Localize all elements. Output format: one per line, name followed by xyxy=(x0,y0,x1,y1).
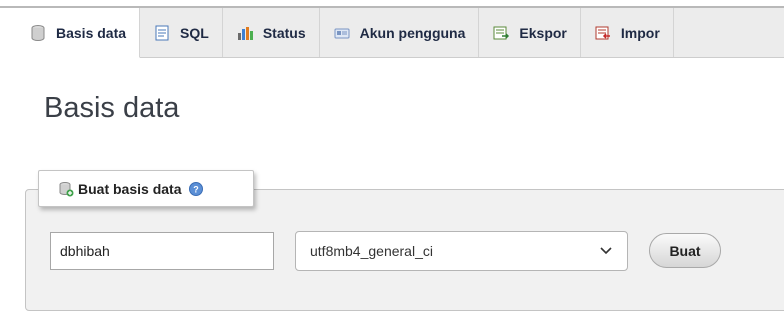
status-icon xyxy=(237,26,253,40)
tab-import[interactable]: Impor xyxy=(581,8,674,57)
legend-title: Buat basis data xyxy=(78,180,182,197)
create-button[interactable]: Buat xyxy=(649,233,721,268)
collation-select[interactable]: utf8mb4_general_ci xyxy=(295,231,628,271)
tab-label: Basis data xyxy=(56,24,127,41)
user-accounts-icon xyxy=(334,28,350,38)
database-add-icon xyxy=(59,181,74,196)
tab-label: Impor xyxy=(620,24,660,41)
import-icon xyxy=(595,26,610,39)
page-title: Basis data xyxy=(44,92,180,124)
chevron-down-icon xyxy=(600,247,612,255)
collation-selected: utf8mb4_general_ci xyxy=(310,243,433,259)
tab-export[interactable]: Ekspor xyxy=(479,8,581,57)
tab-user-accounts[interactable]: Akun pengguna xyxy=(320,8,480,57)
tab-label: SQL xyxy=(180,24,209,41)
database-icon xyxy=(31,24,45,41)
tab-label: Akun pengguna xyxy=(359,24,466,41)
main-tab-bar: Basis data SQL Status Akun pengguna Eksp… xyxy=(0,8,784,58)
create-database-legend: Buat basis data ? xyxy=(38,170,254,207)
tab-databases[interactable]: Basis data xyxy=(0,8,141,58)
export-icon xyxy=(493,26,510,39)
tab-status[interactable]: Status xyxy=(223,8,320,57)
tab-label: Status xyxy=(262,24,306,41)
help-icon[interactable]: ? xyxy=(189,181,204,196)
svg-text:?: ? xyxy=(194,184,200,194)
database-name-input[interactable] xyxy=(50,232,274,270)
tab-sql[interactable]: SQL xyxy=(140,8,223,57)
sql-icon xyxy=(155,25,169,40)
tab-label: Ekspor xyxy=(519,24,567,41)
